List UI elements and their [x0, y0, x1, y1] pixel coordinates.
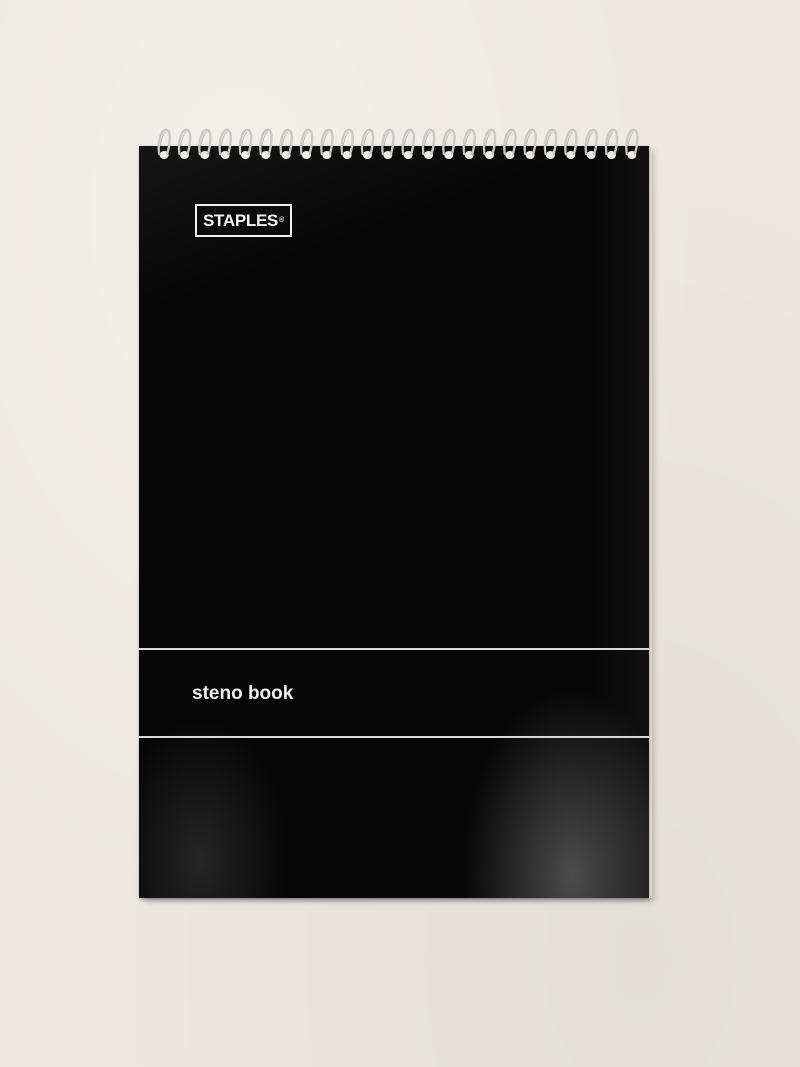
- title-band-top-line: [139, 648, 649, 650]
- cover-title: steno book: [192, 683, 294, 704]
- title-band-bottom-line: [139, 736, 649, 738]
- staples-logo: STAPLES®: [195, 204, 292, 237]
- trademark-symbol: ®: [279, 217, 284, 224]
- brand-name: STAPLES: [203, 211, 279, 230]
- spiral-binding: [157, 128, 639, 159]
- notebook-cover: STAPLES® steno book: [139, 146, 649, 898]
- photo-scene: STAPLES® steno book: [0, 0, 800, 1067]
